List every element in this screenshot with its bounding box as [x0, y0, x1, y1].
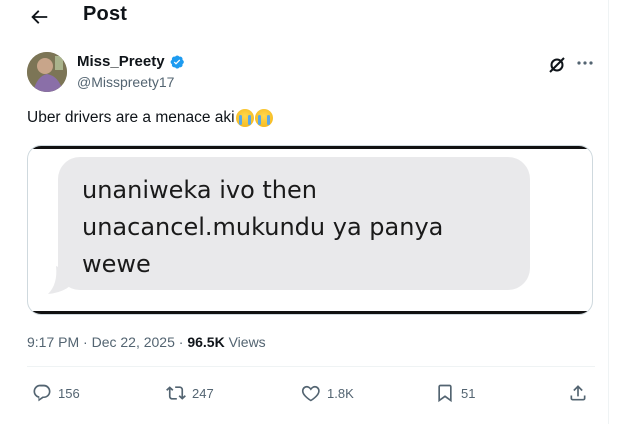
post-time[interactable]: 9:17 PM	[27, 334, 79, 350]
meta-separator: ·	[178, 334, 184, 350]
arrow-left-icon	[31, 10, 48, 24]
avatar[interactable]	[27, 52, 67, 92]
like-count: 1.8K	[327, 385, 354, 401]
tweet-text-content: Uber drivers are a menace aki	[27, 109, 235, 126]
bookmark-count: 51	[461, 385, 476, 401]
loudly-crying-face-icon	[254, 109, 273, 127]
post-header: Post	[0, 0, 621, 36]
image-bottom-edge	[28, 311, 592, 314]
meta-separator: ·	[83, 334, 88, 350]
column-border	[608, 0, 609, 424]
bookmark-icon	[438, 384, 452, 403]
heart-icon	[301, 385, 320, 402]
post-date[interactable]: Dec 22, 2025	[92, 334, 175, 350]
more-options-button[interactable]	[573, 53, 597, 73]
page-title: Post	[83, 3, 128, 25]
bookmark-button[interactable]: 51	[435, 383, 475, 403]
views-count: 96.5K	[187, 334, 225, 350]
loudly-crying-face-icon	[235, 109, 254, 127]
reply-count: 156	[58, 385, 80, 401]
bubble-tail-shape	[48, 266, 78, 294]
back-button[interactable]	[28, 6, 50, 28]
message-bubble-text: unaniweka ivo then unacancel.mukundu ya …	[82, 176, 444, 278]
verified-badge-icon	[170, 54, 184, 69]
like-button[interactable]: 1.8K	[301, 383, 354, 403]
post-meta: 9:17 PM · Dec 22, 2025 · 96.5K Views	[27, 334, 266, 350]
more-dots-icon	[577, 61, 593, 65]
divider	[27, 366, 595, 367]
grok-icon	[549, 57, 565, 73]
tweet-image[interactable]: unaniweka ivo then unacancel.mukundu ya …	[27, 145, 593, 315]
reply-icon	[33, 384, 51, 402]
author-display-name[interactable]: Miss_Preety	[77, 53, 165, 70]
reply-button[interactable]: 156	[32, 383, 80, 403]
repost-icon	[166, 386, 186, 400]
share-icon	[570, 385, 586, 401]
repost-count: 247	[192, 385, 214, 401]
grok-button[interactable]	[547, 55, 567, 75]
author-handle[interactable]: @Misspreety17	[77, 74, 174, 90]
tweet-text: Uber drivers are a menace aki	[27, 109, 273, 127]
repost-button[interactable]: 247	[166, 383, 214, 403]
share-button[interactable]	[568, 383, 588, 403]
image-top-edge	[28, 146, 592, 149]
avatar-image	[27, 52, 67, 92]
author-name-row: Miss_Preety	[77, 53, 185, 70]
views-label: Views	[228, 334, 266, 350]
